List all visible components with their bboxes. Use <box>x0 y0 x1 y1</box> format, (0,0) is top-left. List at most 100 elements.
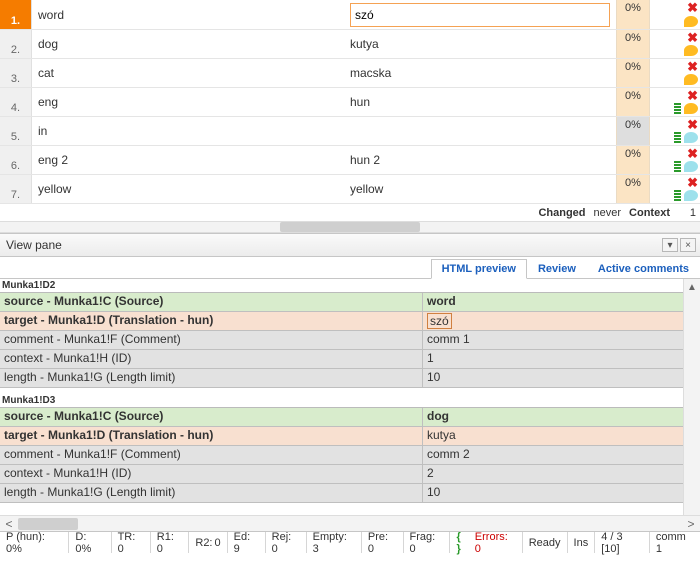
x-icon[interactable]: ✖ <box>687 31 698 44</box>
source-cell[interactable]: yellow <box>32 175 344 203</box>
match-percent: 0% <box>616 146 650 174</box>
status-rej: Rej: 0 <box>266 532 307 553</box>
field-context-value: 2 <box>423 465 683 483</box>
match-percent: 0% <box>616 175 650 203</box>
scroll-left-icon[interactable]: < <box>0 517 18 531</box>
source-cell[interactable]: in <box>32 117 344 145</box>
status-ins: Ins <box>568 532 596 553</box>
comment-bubble-icon[interactable] <box>684 161 698 172</box>
match-percent: 0% <box>616 117 650 145</box>
panel-title: Munka1!D2 <box>0 279 683 293</box>
status-r1: R1: 0 <box>151 532 190 553</box>
field-source-label: source - Munka1!C (Source) <box>0 408 423 426</box>
source-cell[interactable]: eng 2 <box>32 146 344 174</box>
tab-active-comments[interactable]: Active comments <box>587 259 700 278</box>
scroll-up-icon[interactable]: ▲ <box>684 279 700 295</box>
comment-bubble-icon[interactable] <box>684 190 698 201</box>
comment-bubble-icon[interactable] <box>684 16 698 27</box>
target-cell[interactable]: hun <box>344 88 616 116</box>
grid-row[interactable]: 3.catmacska0%✖ <box>0 58 700 87</box>
scroll-right-icon[interactable]: > <box>682 517 700 531</box>
field-context-label: context - Munka1!H (ID) <box>0 350 423 368</box>
comment-bubble-icon[interactable] <box>684 132 698 143</box>
status-pre: Pre: 0 <box>362 532 404 553</box>
source-cell[interactable]: cat <box>32 59 344 87</box>
x-icon[interactable]: ✖ <box>687 60 698 73</box>
field-target: target - Munka1!D (Translation - hun)szó <box>0 312 683 331</box>
match-percent: 0% <box>616 0 650 29</box>
row-number[interactable]: 5. <box>0 117 32 145</box>
bars-icon <box>674 161 681 173</box>
target-cell[interactable]: hun 2 <box>344 146 616 174</box>
field-target-label: target - Munka1!D (Translation - hun) <box>0 427 423 445</box>
grid-horizontal-scrollbar[interactable] <box>0 221 700 233</box>
grid-row[interactable]: 1.word 0% ✖ <box>0 0 700 29</box>
grid-row[interactable]: 5.in 0% ✖ <box>0 116 700 145</box>
field-target-value: kutya <box>423 427 683 445</box>
field-context: context - Munka1!H (ID)2 <box>0 465 683 484</box>
field-length: length - Munka1!G (Length limit)10 <box>0 369 683 388</box>
row-number[interactable]: 4. <box>0 88 32 116</box>
panels-vertical-scrollbar[interactable]: ▲ <box>683 279 700 515</box>
x-icon[interactable]: ✖ <box>687 176 698 189</box>
source-cell[interactable]: dog <box>32 30 344 58</box>
x-icon[interactable]: ✖ <box>687 118 698 131</box>
window-dropdown-icon[interactable]: ▾ <box>662 238 678 252</box>
row-number[interactable]: 3. <box>0 59 32 87</box>
x-icon[interactable]: ✖ <box>687 89 698 102</box>
field-context: context - Munka1!H (ID)1 <box>0 350 683 369</box>
translation-grid: 1.word0%✖2.dogkutya0%✖3.catmacska0%✖4.en… <box>0 0 700 203</box>
field-source-value: dog <box>423 408 683 426</box>
row-icons: ✖ <box>650 0 700 29</box>
comment-bubble-icon[interactable] <box>684 103 698 114</box>
comment-bubble-icon[interactable] <box>684 74 698 85</box>
row-number[interactable]: 7. <box>0 175 32 203</box>
field-source-label: source - Munka1!C (Source) <box>0 293 423 311</box>
grid-row[interactable]: 7.yellowyellow0%✖ <box>0 174 700 203</box>
detail-panels: Munka1!D2source - Munka1!C (Source)wordt… <box>0 279 700 515</box>
row-number[interactable]: 2. <box>0 30 32 58</box>
comment-bubble-icon[interactable] <box>684 45 698 56</box>
row-number[interactable]: 1. <box>0 0 32 29</box>
field-comment-label: comment - Munka1!F (Comment) <box>0 331 423 349</box>
field-length-label: length - Munka1!G (Length limit) <box>0 484 423 502</box>
status-ready: Ready <box>523 532 568 553</box>
context-count: 1 <box>678 207 696 219</box>
grid-row[interactable]: 2.dogkutya0% ✖ <box>0 29 700 58</box>
source-cell[interactable]: eng <box>32 88 344 116</box>
bars-icon <box>674 190 681 202</box>
field-comment-label: comment - Munka1!F (Comment) <box>0 446 423 464</box>
x-icon[interactable]: ✖ <box>687 147 698 160</box>
field-length-label: length - Munka1!G (Length limit) <box>0 369 423 387</box>
grid-row[interactable]: 4.enghun0% ✖ <box>0 87 700 116</box>
detail-panel: Munka1!D3source - Munka1!C (Source)dogta… <box>0 394 683 503</box>
target-cell[interactable] <box>344 0 616 29</box>
target-cell[interactable]: yellow <box>344 175 616 203</box>
status-comm: comm 1 <box>650 532 700 553</box>
changed-value: never <box>594 207 622 219</box>
view-pane-tabs: HTML preview Review Active comments <box>0 257 700 279</box>
window-close-icon[interactable]: × <box>680 238 696 252</box>
tab-html-preview[interactable]: HTML preview <box>431 259 527 279</box>
target-cell[interactable]: macska <box>344 59 616 87</box>
x-icon[interactable]: ✖ <box>687 1 698 14</box>
view-pane-title: View pane <box>6 238 62 252</box>
field-target-value: szó <box>423 312 683 330</box>
field-source: source - Munka1!C (Source)word <box>0 293 683 312</box>
bars-icon <box>674 132 681 144</box>
match-percent: 0% <box>616 30 650 58</box>
target-cell[interactable] <box>344 117 616 145</box>
status-tr: TR: 0 <box>112 532 151 553</box>
field-comment: comment - Munka1!F (Comment)comm 2 <box>0 446 683 465</box>
source-cell[interactable]: word <box>32 0 344 29</box>
match-percent: 0% <box>616 88 650 116</box>
row-number[interactable]: 6. <box>0 146 32 174</box>
target-input[interactable] <box>350 3 610 27</box>
row-icons: ✖ <box>650 117 700 145</box>
field-length-value: 10 <box>423 369 683 387</box>
status-pos: 4 / 3 [10] <box>595 532 650 553</box>
panels-horizontal-scrollbar[interactable]: < > <box>0 515 700 531</box>
tab-review[interactable]: Review <box>527 259 587 278</box>
target-cell[interactable]: kutya <box>344 30 616 58</box>
grid-row[interactable]: 6.eng 2hun 20% ✖ <box>0 145 700 174</box>
